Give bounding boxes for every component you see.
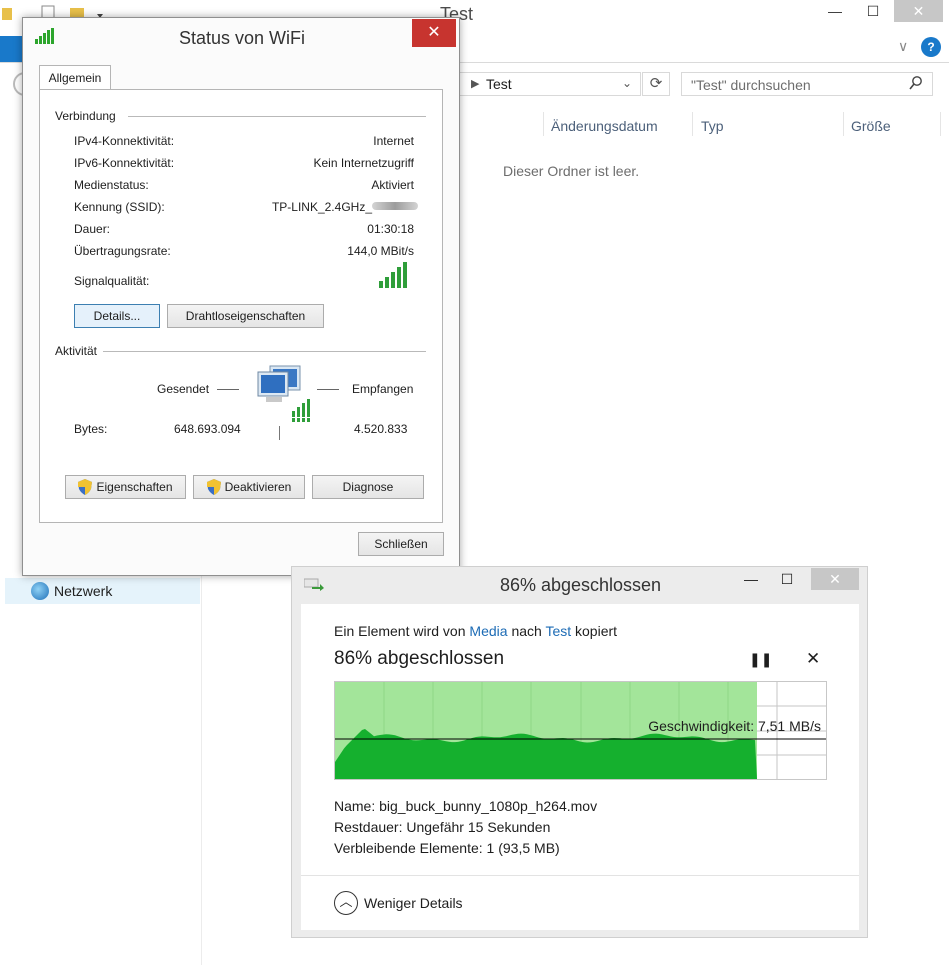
ssid-text: TP-LINK_2.4GHz_ — [271, 200, 372, 214]
copy-details: Name: big_buck_bunny_1080p_h264.mov Rest… — [334, 796, 597, 859]
nav-item-network[interactable]: Netzwerk — [5, 578, 200, 604]
ribbon-expand-icon[interactable]: ∨ — [898, 38, 908, 55]
column-header-date[interactable]: Änderungsdatum — [551, 118, 658, 134]
row-label-ipv4: IPv4-Konnektivität: — [74, 134, 175, 148]
chevron-up-icon: ︿ — [334, 891, 358, 915]
network-computers-icon — [257, 365, 310, 422]
received-label: Empfangen — [352, 382, 414, 396]
properties-label: Eigenschaften — [96, 480, 173, 494]
footer-divider — [301, 875, 859, 876]
wifi-status-dialog: Status von WiFi ✕ Allgemein Verbindung I… — [22, 17, 460, 576]
diagnose-button[interactable]: Diagnose — [312, 475, 424, 499]
details-button[interactable]: Details... — [74, 304, 160, 328]
search-input[interactable]: "Test" durchsuchen — [681, 72, 933, 96]
address-bar[interactable]: ▶ Test ⌄ — [455, 72, 641, 96]
row-label-ipv6: IPv6-Konnektivität: — [74, 156, 175, 170]
group-divider — [102, 351, 426, 352]
tab-general[interactable]: Allgemein — [39, 65, 111, 90]
minimize-button[interactable]: — — [739, 571, 763, 587]
column-header-size[interactable]: Größe — [851, 118, 891, 134]
row-value-duration: 01:30:18 — [367, 222, 414, 236]
help-icon[interactable]: ? — [921, 37, 941, 57]
time-remaining-line: Restdauer: Ungefähr 15 Sekunden — [334, 819, 551, 835]
address-dropdown-icon[interactable]: ⌄ — [622, 76, 632, 90]
pause-icon[interactable]: ❚❚ — [749, 651, 772, 668]
row-value-media: Aktiviert — [371, 178, 414, 192]
disable-label: Deaktivieren — [224, 480, 292, 494]
bytes-received-value: 4.520.833 — [354, 422, 408, 436]
group-title-activity: Aktivität — [55, 344, 104, 358]
column-separator — [843, 112, 844, 136]
uac-shield-icon — [206, 479, 221, 495]
sent-connector-line — [217, 389, 239, 390]
signal-quality-label: Signalqualität: — [74, 274, 150, 288]
close-dialog-button[interactable]: Schließen — [358, 532, 444, 556]
ribbon-file-tab[interactable] — [0, 36, 22, 62]
row-value-rate: 144,0 MBit/s — [347, 244, 414, 258]
progress-heading: 86% abgeschlossen — [334, 648, 505, 669]
bytes-divider — [279, 426, 280, 440]
transfer-speed-graph: Geschwindigkeit: 7,51 MB/s — [334, 681, 827, 780]
row-label-ssid: Kennung (SSID): — [74, 200, 165, 214]
ssid-redaction-blur — [372, 202, 418, 210]
nav-item-label: Netzwerk — [54, 583, 113, 599]
maximize-button[interactable]: ☐ — [856, 0, 890, 22]
speed-label: Geschwindigkeit: 7,51 MB/s — [648, 718, 821, 734]
description-middle: nach — [511, 623, 542, 639]
copy-progress-body: Ein Element wird von Media nach Test kop… — [301, 604, 859, 930]
signal-strength-icon — [379, 262, 407, 288]
copy-progress-window: 86% abgeschlossen — ☐ ✕ Ein Element wird… — [291, 566, 868, 938]
group-title-connection: Verbindung — [55, 109, 122, 123]
source-link[interactable]: Media — [469, 623, 507, 639]
row-label-rate: Übertragungsrate: — [74, 244, 171, 258]
column-separator — [692, 112, 693, 136]
row-value-ssid: TP-LINK_2.4GHz_ — [272, 200, 418, 214]
column-separator — [940, 112, 941, 136]
received-connector-line — [317, 389, 339, 390]
disable-button[interactable]: Deaktivieren — [193, 475, 305, 499]
navigation-pane-divider — [201, 560, 202, 965]
sent-label: Gesendet — [157, 382, 210, 396]
bytes-sent-value: 648.693.094 — [174, 422, 241, 436]
row-value-ipv4: Internet — [373, 134, 414, 148]
description-prefix: Ein Element wird von — [334, 623, 466, 639]
address-text: Test — [486, 76, 512, 92]
uac-shield-icon — [78, 479, 93, 495]
row-label-duration: Dauer: — [74, 222, 111, 236]
fewer-details-label: Weniger Details — [364, 895, 463, 911]
minimize-button[interactable]: — — [818, 0, 852, 22]
empty-folder-message: Dieser Ordner ist leer. — [503, 163, 640, 179]
search-icon — [909, 76, 922, 90]
close-button[interactable]: ✕ — [894, 0, 943, 22]
close-button[interactable]: ✕ — [412, 19, 456, 47]
properties-button[interactable]: Eigenschaften — [65, 475, 186, 499]
file-name-line: Name: big_buck_bunny_1080p_h264.mov — [334, 798, 598, 814]
maximize-button[interactable]: ☐ — [775, 571, 799, 588]
wireless-properties-button[interactable]: Drahtloseigenschaften — [167, 304, 324, 328]
bytes-label: Bytes: — [74, 422, 108, 436]
refresh-icon[interactable]: ⟳ — [642, 72, 670, 96]
description-suffix: kopiert — [575, 623, 618, 639]
search-placeholder: "Test" durchsuchen — [691, 77, 811, 93]
cancel-icon[interactable]: ✕ — [806, 649, 820, 669]
items-remaining-line: Verbleibende Elemente: 1 (93,5 MB) — [334, 840, 560, 856]
column-header-type[interactable]: Typ — [701, 118, 724, 134]
breadcrumb-arrow-icon: ▶ — [471, 78, 480, 90]
column-separator — [543, 112, 544, 136]
close-button[interactable]: ✕ — [811, 568, 859, 590]
copy-description: Ein Element wird von Media nach Test kop… — [334, 623, 617, 639]
general-panel: Verbindung IPv4-Konnektivität: Internet … — [39, 89, 443, 523]
destination-link[interactable]: Test — [545, 623, 571, 639]
group-divider — [128, 116, 426, 117]
row-label-media: Medienstatus: — [74, 178, 149, 192]
row-value-ipv6: Kein Internetzugriff — [313, 156, 414, 170]
dialog-title: Status von WiFi — [178, 28, 306, 48]
network-icon — [31, 582, 49, 600]
